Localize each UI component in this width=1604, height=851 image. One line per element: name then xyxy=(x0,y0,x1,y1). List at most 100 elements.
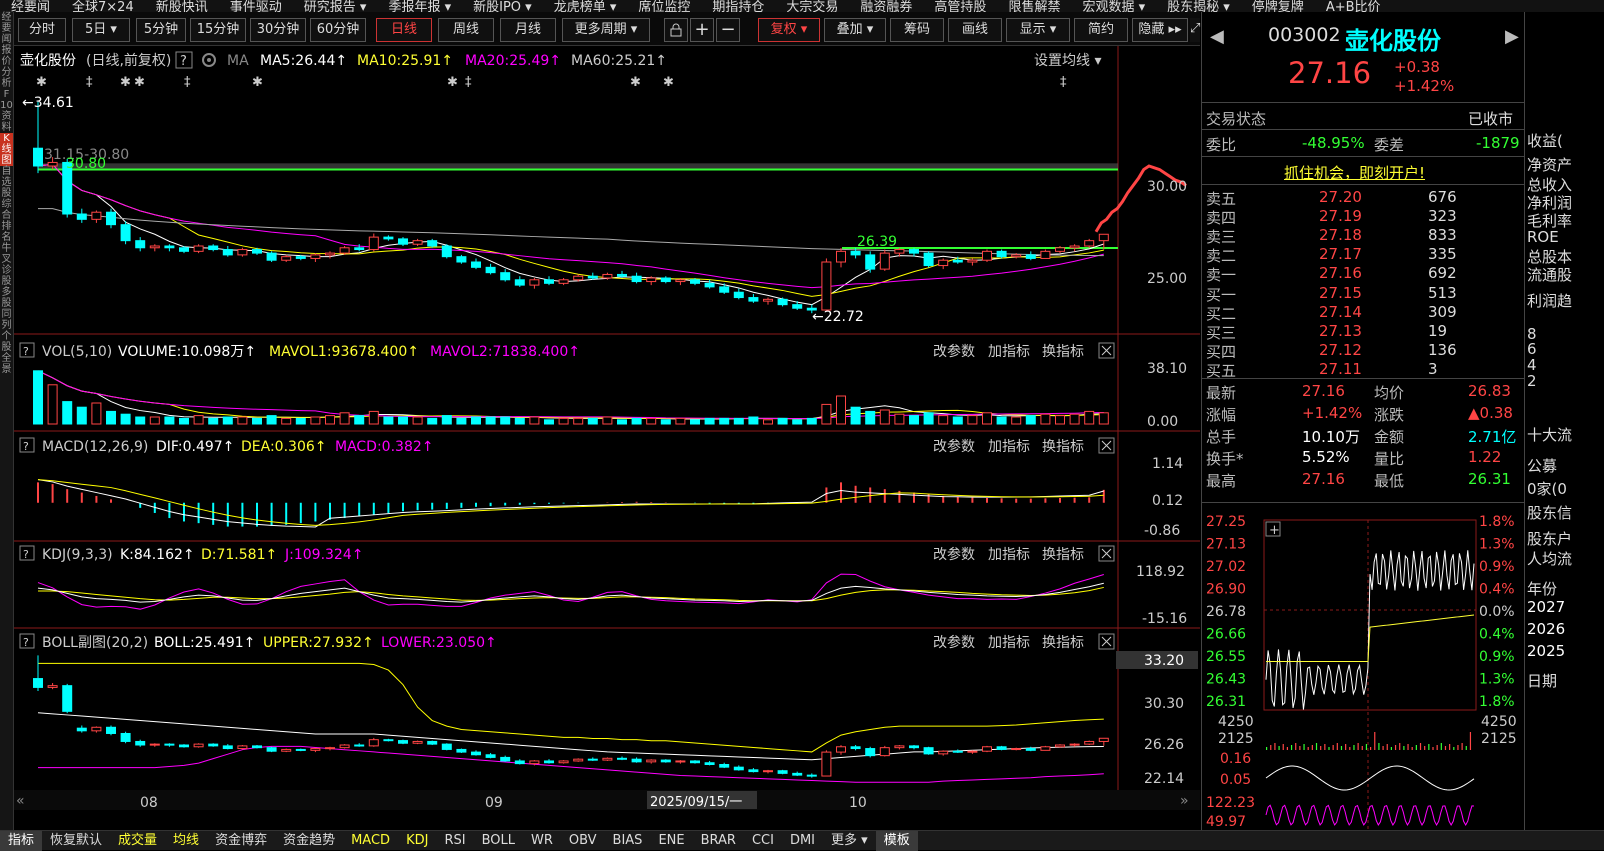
left-tab-char[interactable]: 景 xyxy=(0,364,13,375)
lock-icon[interactable] xyxy=(664,18,688,42)
left-tab-char[interactable]: 自 xyxy=(0,166,13,177)
left-tab-char[interactable]: 分 xyxy=(0,67,13,78)
topnav-item[interactable]: 宏观数据 ▾ xyxy=(1071,1,1156,12)
ask-row-4[interactable]: 卖四 27.19 323 xyxy=(1206,207,1522,227)
left-tab-char[interactable]: 综 xyxy=(0,199,13,210)
indicator-tab[interactable]: 模板 xyxy=(875,831,918,851)
event-marker-icon[interactable]: ✱ xyxy=(447,75,458,90)
expand-icon[interactable]: ⤢ xyxy=(1190,18,1200,42)
indicator-tab[interactable]: 成交量 xyxy=(110,831,165,851)
indicator-tab[interactable]: RSI xyxy=(436,831,473,851)
left-tab-char[interactable]: 经 xyxy=(0,12,13,23)
left-tab-char[interactable]: 股 xyxy=(0,276,13,287)
indicator-tab[interactable]: BOLL xyxy=(474,831,523,851)
ask-row-1[interactable]: 卖一 27.16 692 xyxy=(1206,264,1522,284)
topnav-item[interactable]: 融资融券 xyxy=(849,1,923,12)
left-tab-char[interactable]: 料 xyxy=(0,122,13,133)
topnav-item[interactable]: 研究报告 ▾ xyxy=(293,1,378,12)
intraday-mini-chart[interactable]: 27.25 27.13 27.02 26.90 26.78 26.66 26.55 26.43… xyxy=(1202,510,1525,830)
bid-row-2[interactable]: 买二 27.14 309 xyxy=(1206,303,1522,323)
fundamentals-item[interactable]: 收益( xyxy=(1527,130,1563,151)
left-tab-char[interactable]: 排 xyxy=(0,221,13,232)
fundamentals-item[interactable]: 股东户 xyxy=(1527,528,1572,549)
panel-action-add-indicator[interactable]: 加指标 xyxy=(988,547,1030,563)
event-marker-icon[interactable]: ‡ xyxy=(86,75,93,90)
left-tab-char[interactable]: 线 xyxy=(0,144,13,155)
indicator-tab[interactable]: 资金博弈 xyxy=(207,831,275,851)
help-icon[interactable]: ? xyxy=(175,51,193,69)
indicator-tab[interactable]: MACD xyxy=(343,831,398,851)
topnav-item[interactable]: 股东揭秘 ▾ xyxy=(1156,1,1241,12)
restore-rights-dropdown[interactable]: 复权 ▾ xyxy=(758,18,820,42)
close-panel-icon[interactable] xyxy=(1098,633,1115,650)
zoom-out-icon[interactable]: − xyxy=(716,18,740,42)
indicator-tab[interactable]: KDJ xyxy=(398,831,436,851)
topnav-item[interactable]: A+B比价 xyxy=(1315,1,1392,12)
close-panel-icon[interactable] xyxy=(1098,545,1115,562)
left-tab-char[interactable]: 牛 xyxy=(0,243,13,254)
panel-action-edit-params[interactable]: 改参数 xyxy=(933,546,975,563)
panel-action-switch-indicator[interactable]: 换指标 xyxy=(1042,438,1084,455)
left-tab-char[interactable]: 股 xyxy=(0,298,13,309)
bid-row-5[interactable]: 买五 27.11 3 xyxy=(1206,360,1522,380)
fundamentals-item[interactable]: 十大流 xyxy=(1527,424,1572,445)
panel-action-edit-params[interactable]: 改参数 xyxy=(933,343,975,360)
ask-row-2[interactable]: 卖二 27.17 335 xyxy=(1206,245,1522,265)
left-tab-char[interactable]: 叉 xyxy=(0,254,13,265)
event-marker-icon[interactable]: ‡ xyxy=(1060,75,1067,90)
scroll-left-icon[interactable]: « xyxy=(16,793,25,809)
left-tab-char[interactable]: 闻 xyxy=(0,34,13,45)
period-30min-button[interactable]: 30分钟 xyxy=(250,18,306,42)
topnav-item[interactable]: 高管持股 xyxy=(923,1,997,12)
open-account-link[interactable]: 抓住机会，即刻开户! xyxy=(1284,162,1425,183)
zoom-in-icon[interactable]: + xyxy=(690,18,714,42)
fundamentals-item[interactable]: 公募 xyxy=(1527,455,1557,476)
panel-action-switch-indicator[interactable]: 换指标 xyxy=(1042,546,1084,563)
fundamentals-item[interactable]: 利润趋 xyxy=(1527,290,1572,311)
ma-settings-dropdown[interactable]: 设置均线 ▾ xyxy=(1034,53,1101,69)
period-5min-button[interactable]: 5分钟 xyxy=(136,18,186,42)
fundamentals-item[interactable]: 0家(0 xyxy=(1527,478,1567,499)
indicator-tab[interactable]: WR xyxy=(523,831,561,851)
event-marker-icon[interactable]: ✱ xyxy=(36,75,47,90)
bid-row-1[interactable]: 买一 27.15 513 xyxy=(1206,284,1522,304)
period-15min-button[interactable]: 15分钟 xyxy=(190,18,246,42)
event-marker-icon[interactable]: ✱ xyxy=(134,75,145,90)
mini-add-icon[interactable]: + xyxy=(1265,521,1281,538)
left-tab-char[interactable]: 合 xyxy=(0,210,13,221)
topnav-item[interactable]: 季报年报 ▾ xyxy=(377,1,462,12)
event-marker-icon[interactable]: ‡ xyxy=(465,75,472,90)
topnav-item[interactable]: 新股快讯 xyxy=(145,1,219,12)
topnav-item[interactable]: 龙虎榜单 ▾ xyxy=(543,1,628,12)
more-periods-dropdown[interactable]: 更多周期 ▾ xyxy=(562,18,650,42)
period-5day-button[interactable]: 5日 ▾ xyxy=(72,18,130,42)
gear-icon[interactable] xyxy=(202,53,216,67)
left-tab-char[interactable]: 10 xyxy=(0,100,13,111)
event-marker-icon[interactable]: ✱ xyxy=(120,75,131,90)
indicator-tab[interactable]: CCI xyxy=(744,831,782,851)
left-tab-char[interactable]: 同 xyxy=(0,309,13,320)
period-60min-button[interactable]: 60分钟 xyxy=(310,18,366,42)
panel-action-add-indicator[interactable]: 加指标 xyxy=(988,635,1030,651)
topnav-item[interactable]: 席位监控 xyxy=(627,1,701,12)
panel-action-edit-params[interactable]: 改参数 xyxy=(933,634,975,651)
topnav-item[interactable]: 大宗交易 xyxy=(775,1,849,12)
panel-action-add-indicator[interactable]: 加指标 xyxy=(988,439,1030,455)
bid-row-3[interactable]: 买三 27.13 19 xyxy=(1206,322,1522,342)
left-tab-char[interactable]: 个 xyxy=(0,331,13,342)
topnav-item[interactable]: 新股IPO ▾ xyxy=(462,1,543,12)
draw-line-button[interactable]: 画线 xyxy=(948,18,1002,42)
indicator-tab[interactable]: 恢复默认 xyxy=(42,831,110,851)
bid-row-4[interactable]: 买四 27.12 136 xyxy=(1206,341,1522,361)
period-monthly-button[interactable]: 月线 xyxy=(500,18,556,42)
indicator-tab[interactable]: 均线 xyxy=(165,831,207,851)
left-tab-char[interactable]: 价 xyxy=(0,56,13,67)
fundamentals-item[interactable]: 2 xyxy=(1527,372,1537,390)
indicator-tab[interactable]: OBV xyxy=(561,831,605,851)
scroll-right-icon[interactable]: » xyxy=(1180,793,1189,809)
left-tab-char[interactable]: F xyxy=(0,89,13,100)
indicator-tab[interactable]: BRAR xyxy=(693,831,744,851)
indicator-tab[interactable]: ENE xyxy=(650,831,692,851)
ask-row-5[interactable]: 卖五 27.20 676 xyxy=(1206,188,1522,208)
fundamentals-item[interactable]: 净资产 xyxy=(1527,154,1572,175)
